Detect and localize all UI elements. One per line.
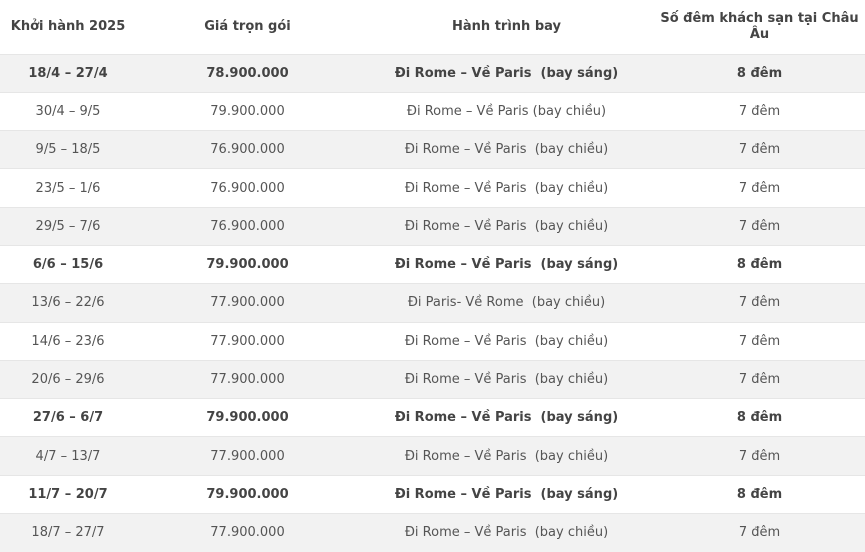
- cell-route: Đi Rome – Về Paris (bay chiều): [404, 448, 609, 464]
- table-row: 30/4 – 9/5 79.900.000 Đi Rome – Về Paris (…: [0, 92, 865, 130]
- cell-route: Đi Rome – Về Paris (bay chiều): [406, 103, 607, 119]
- cell-route: Đi Rome – Về Paris (bay chiều): [404, 218, 609, 234]
- cell-price: 76.900.000: [210, 142, 285, 158]
- table-row: 13/6 – 22/6 77.900.000 Đi Paris- Về Rome (…: [0, 283, 865, 323]
- table-row: 9/5 – 18/5 76.900.000 Đi Rome – Về Paris (…: [0, 130, 865, 169]
- cell-route: Đi Rome – Về Paris (bay sáng): [394, 410, 619, 426]
- cell-nights: 7 đêm: [738, 103, 781, 119]
- cell-price: 76.900.000: [210, 180, 285, 196]
- cell-date: 6/6 – 15/6: [32, 257, 104, 273]
- table-header-row: Khởi hành 2025 Giá trọn gói Hành trình b…: [0, 0, 865, 54]
- cell-nights: 7 đêm: [738, 180, 781, 196]
- cell-route: Đi Rome – Về Paris (bay sáng): [394, 65, 619, 81]
- cell-nights: 8 đêm: [736, 65, 783, 81]
- cell-price: 78.900.000: [206, 65, 289, 81]
- tour-schedule-table: Khởi hành 2025 Giá trọn gói Hành trình b…: [0, 0, 865, 552]
- cell-nights: 7 đêm: [738, 333, 781, 349]
- cell-route: Đi Rome – Về Paris (bay sáng): [394, 257, 619, 273]
- table-row: 27/6 – 6/7 79.900.000 Đi Rome – Về Paris (…: [0, 398, 865, 437]
- cell-route: Đi Rome – Về Paris (bay chiều): [404, 333, 609, 349]
- cell-nights: 7 đêm: [738, 448, 781, 464]
- table-row: 4/7 – 13/7 77.900.000 Đi Rome – Về Paris (…: [0, 436, 865, 476]
- cell-price: 79.900.000: [206, 257, 289, 273]
- cell-nights: 7 đêm: [738, 372, 781, 388]
- cell-date: 27/6 – 6/7: [32, 410, 104, 426]
- cell-date: 18/7 – 27/7: [31, 525, 105, 541]
- header-price: Giá trọn gói: [204, 18, 291, 34]
- cell-price: 79.900.000: [210, 103, 285, 119]
- cell-price: 77.900.000: [210, 372, 285, 388]
- cell-route: Đi Paris- Về Rome (bay chiều): [407, 295, 606, 311]
- cell-nights: 7 đêm: [738, 295, 781, 311]
- cell-nights: 8 đêm: [736, 486, 783, 502]
- cell-price: 79.900.000: [206, 410, 289, 426]
- table-row: 18/7 – 27/7 77.900.000 Đi Rome – Về Paris …: [0, 513, 865, 552]
- table-row: 20/6 – 29/6 77.900.000 Đi Rome – Về Paris …: [0, 360, 865, 399]
- cell-date: 4/7 – 13/7: [35, 448, 101, 464]
- cell-route: Đi Rome – Về Paris (bay sáng): [394, 486, 619, 502]
- cell-date: 14/6 – 23/6: [31, 333, 105, 349]
- cell-nights: 7 đêm: [738, 525, 781, 541]
- cell-price: 79.900.000: [206, 486, 289, 502]
- cell-price: 77.900.000: [210, 333, 285, 349]
- header-nights: Số đêm khách sạn tại Châu Âu: [660, 10, 859, 42]
- cell-price: 77.900.000: [210, 295, 285, 311]
- table-row: 14/6 – 23/6 77.900.000 Đi Rome – Về Paris …: [0, 322, 865, 360]
- cell-route: Đi Rome – Về Paris (bay chiều): [404, 372, 609, 388]
- cell-price: 77.900.000: [210, 448, 285, 464]
- cell-date: 30/4 – 9/5: [35, 103, 101, 119]
- table-row: 6/6 – 15/6 79.900.000 Đi Rome – Về Paris (…: [0, 245, 865, 283]
- cell-route: Đi Rome – Về Paris (bay chiều): [404, 180, 609, 196]
- cell-date: 18/4 – 27/4: [28, 65, 108, 81]
- cell-nights: 8 đêm: [736, 257, 783, 273]
- table-row: 29/5 – 7/6 76.900.000 Đi Rome – Về Paris (…: [0, 207, 865, 246]
- cell-date: 29/5 – 7/6: [35, 218, 101, 234]
- cell-route: Đi Rome – Về Paris (bay chiều): [404, 525, 609, 541]
- header-route: Hành trình bay: [452, 18, 561, 34]
- cell-route: Đi Rome – Về Paris (bay chiều): [404, 142, 609, 158]
- cell-date: 20/6 – 29/6: [31, 372, 105, 388]
- cell-nights: 7 đêm: [738, 142, 781, 158]
- table-row: 23/5 – 1/6 76.900.000 Đi Rome – Về Paris (…: [0, 168, 865, 207]
- cell-date: 13/6 – 22/6: [31, 295, 105, 311]
- cell-date: 23/5 – 1/6: [35, 180, 101, 196]
- cell-date: 11/7 – 20/7: [28, 486, 108, 502]
- cell-price: 77.900.000: [210, 525, 285, 541]
- header-departure: Khởi hành 2025: [10, 18, 126, 34]
- cell-nights: 8 đêm: [736, 410, 783, 426]
- table-row: 18/4 – 27/4 78.900.000 Đi Rome – Về Paris …: [0, 54, 865, 93]
- cell-date: 9/5 – 18/5: [35, 142, 101, 158]
- table-row: 11/7 – 20/7 79.900.000 Đi Rome – Về Paris …: [0, 475, 865, 513]
- cell-nights: 7 đêm: [738, 218, 781, 234]
- cell-price: 76.900.000: [210, 218, 285, 234]
